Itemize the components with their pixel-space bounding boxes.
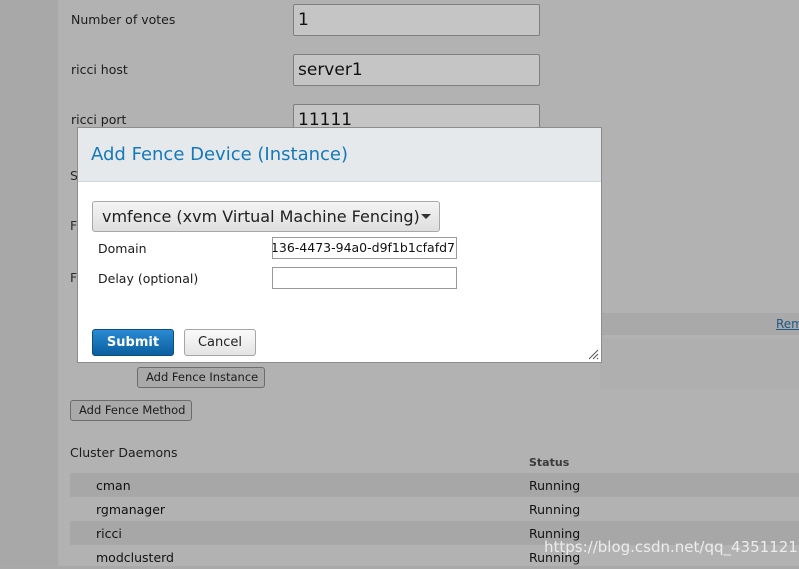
daemon-name: ricci	[96, 526, 122, 541]
daemon-name: cman	[96, 478, 131, 493]
cancel-button[interactable]: Cancel	[184, 329, 256, 356]
watermark: https://blog.csdn.net/qq_43511217	[544, 538, 799, 556]
ricci-host-input[interactable]: server1	[293, 54, 540, 86]
fence-device-select[interactable]: vmfence (xvm Virtual Machine Fencing)	[92, 201, 440, 232]
ricci-port-label: ricci port	[71, 112, 127, 127]
votes-label: Number of votes	[71, 12, 176, 27]
fence-device-select-value: vmfence (xvm Virtual Machine Fencing)	[102, 207, 420, 226]
daemon-status: Running	[529, 502, 581, 517]
ricci-host-label: ricci host	[71, 62, 128, 77]
daemon-name: rgmanager	[96, 502, 166, 517]
delay-label: Delay (optional)	[98, 271, 199, 286]
add-fence-device-dialog: Add Fence Device (Instance) vmfence (xvm…	[77, 127, 602, 363]
dialog-header: Add Fence Device (Instance)	[78, 128, 601, 182]
daemon-status: Running	[529, 478, 581, 493]
cluster-daemons-title: Cluster Daemons	[70, 445, 178, 460]
table-row: rgmanager Running	[70, 497, 799, 521]
domain-input[interactable]: 136-4473-94a0-d9f1b1cfafd7	[272, 237, 457, 259]
status-column-header: Status	[529, 456, 570, 469]
remove-fence-method-link[interactable]: Rem	[776, 317, 799, 331]
add-fence-instance-button[interactable]: Add Fence Instance	[137, 367, 265, 388]
votes-input[interactable]: 1	[293, 4, 540, 36]
resize-grip-icon[interactable]	[587, 348, 599, 360]
delay-input[interactable]	[272, 267, 457, 289]
table-row: cman Running	[70, 473, 799, 497]
domain-input-value: 136-4473-94a0-d9f1b1cfafd7	[272, 240, 455, 255]
add-fence-method-button[interactable]: Add Fence Method	[70, 400, 192, 421]
fence-method-header-band	[600, 313, 799, 335]
daemon-name: modclusterd	[96, 550, 174, 565]
domain-label: Domain	[98, 241, 147, 256]
dialog-title: Add Fence Device (Instance)	[91, 144, 349, 165]
fence-method-body-band	[600, 338, 799, 390]
page-gutter	[0, 0, 58, 566]
submit-button[interactable]: Submit	[92, 329, 174, 356]
chevron-down-icon	[421, 214, 431, 219]
